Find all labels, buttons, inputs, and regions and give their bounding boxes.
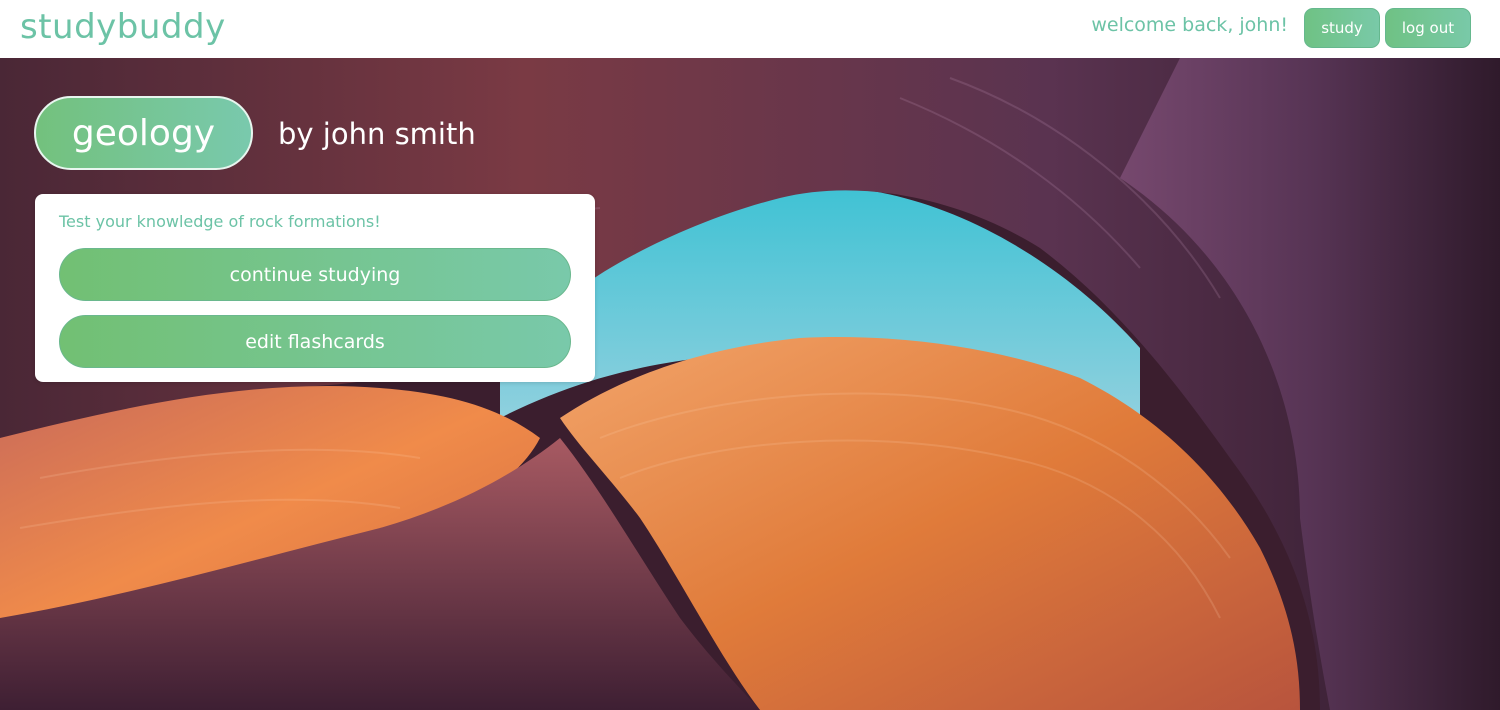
deck-title-badge: geology [34, 96, 253, 170]
study-button[interactable]: study [1304, 8, 1380, 48]
logout-button[interactable]: log out [1385, 8, 1471, 48]
deck-description: Test your knowledge of rock formations! [59, 212, 381, 231]
edit-flashcards-button[interactable]: edit flashcards [59, 315, 571, 368]
deck-author: by john smith [278, 117, 476, 151]
deck-info-card: Test your knowledge of rock formations! … [35, 194, 595, 382]
app-logo[interactable]: studybuddy [20, 7, 226, 47]
welcome-message: welcome back, john! [1091, 14, 1288, 36]
continue-studying-button[interactable]: continue studying [59, 248, 571, 301]
top-navigation-bar: studybuddy welcome back, john! study log… [0, 0, 1500, 58]
